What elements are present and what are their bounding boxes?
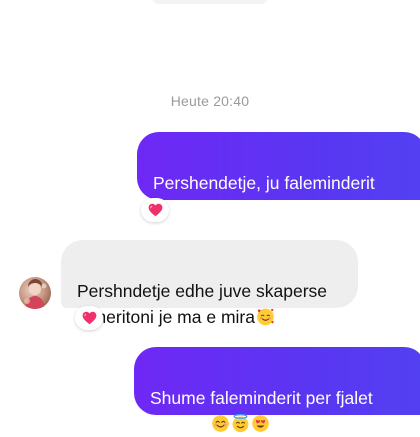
heart-reaction[interactable] — [141, 198, 169, 222]
heart-reaction[interactable] — [75, 306, 103, 330]
message-timestamp: Heute 20:40 — [170, 93, 250, 109]
avatar-image — [24, 279, 47, 309]
smiling-face-with-hearts-icon — [257, 308, 274, 326]
smiling-face-with-heart-eyes-icon — [252, 415, 270, 432]
heart-icon — [148, 203, 162, 217]
outgoing-message-bubble[interactable]: Pershendetje, ju faleminderit shume per … — [137, 132, 420, 219]
contact-avatar[interactable] — [19, 277, 51, 309]
heart-icon — [82, 311, 96, 325]
smiling-face-with-smiling-eyes-icon — [212, 415, 230, 432]
outgoing-message-bubble[interactable]: Shume faleminderit per fjalet Ariana! — [134, 347, 420, 434]
smiling-face-with-halo-icon — [232, 414, 249, 433]
message-text: Pershendetje, ju faleminderit shume per … — [153, 173, 375, 219]
previous-message-edge — [150, 0, 270, 4]
message-text: Pershndetje edhe juve skaperse e meriton… — [77, 281, 328, 327]
incoming-message-bubble[interactable]: Pershndetje edhe juve skaperse e meriton… — [61, 240, 358, 327]
